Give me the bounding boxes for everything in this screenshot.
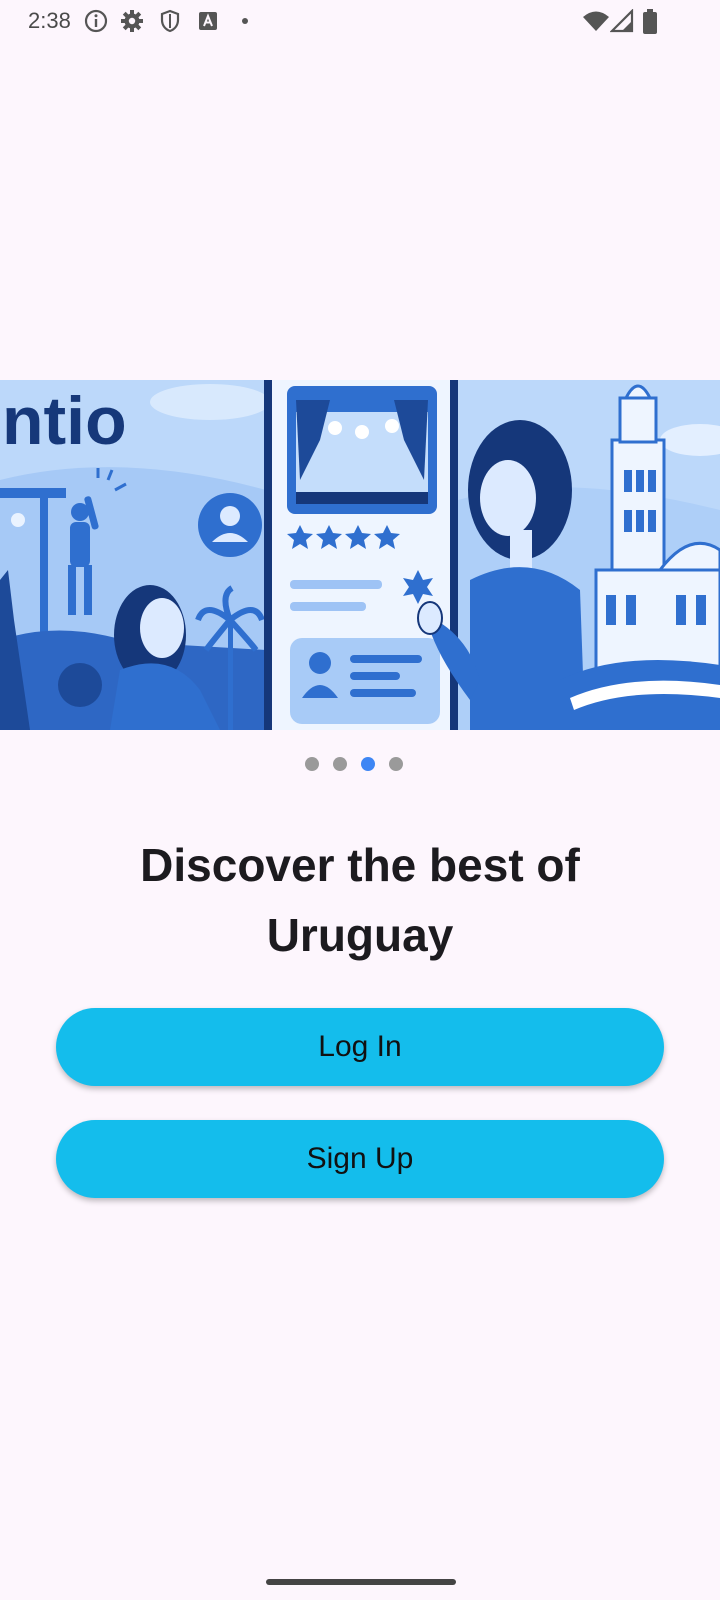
shield-icon [160,9,180,33]
info-icon [84,9,108,33]
battery-icon [643,9,657,34]
gesture-nav-handle[interactable] [266,1579,456,1585]
wifi-icon [583,11,609,31]
hero-logo-text: ntio [2,383,127,459]
login-button[interactable]: Log In [56,1008,664,1086]
carousel-dot-1[interactable] [305,757,319,771]
gear-icon [121,10,143,32]
carousel-dot-4[interactable] [389,757,403,771]
dot-icon [242,18,248,24]
text-a-icon [199,12,217,30]
carousel-dot-3-active[interactable] [361,757,375,771]
status-time: 2:38 [28,8,71,33]
carousel-dot-2[interactable] [333,757,347,771]
page-title: Discover the best of Uruguay [140,839,580,961]
carousel-indicators [0,757,720,771]
signup-button[interactable]: Sign Up [56,1120,664,1198]
status-bar: 2:38 [0,0,720,44]
slide-rating-card [272,380,450,730]
hero-illustration[interactable]: ntio [0,380,720,730]
signal-icon [610,9,634,33]
slide-event-crowd: ntio [0,380,270,730]
